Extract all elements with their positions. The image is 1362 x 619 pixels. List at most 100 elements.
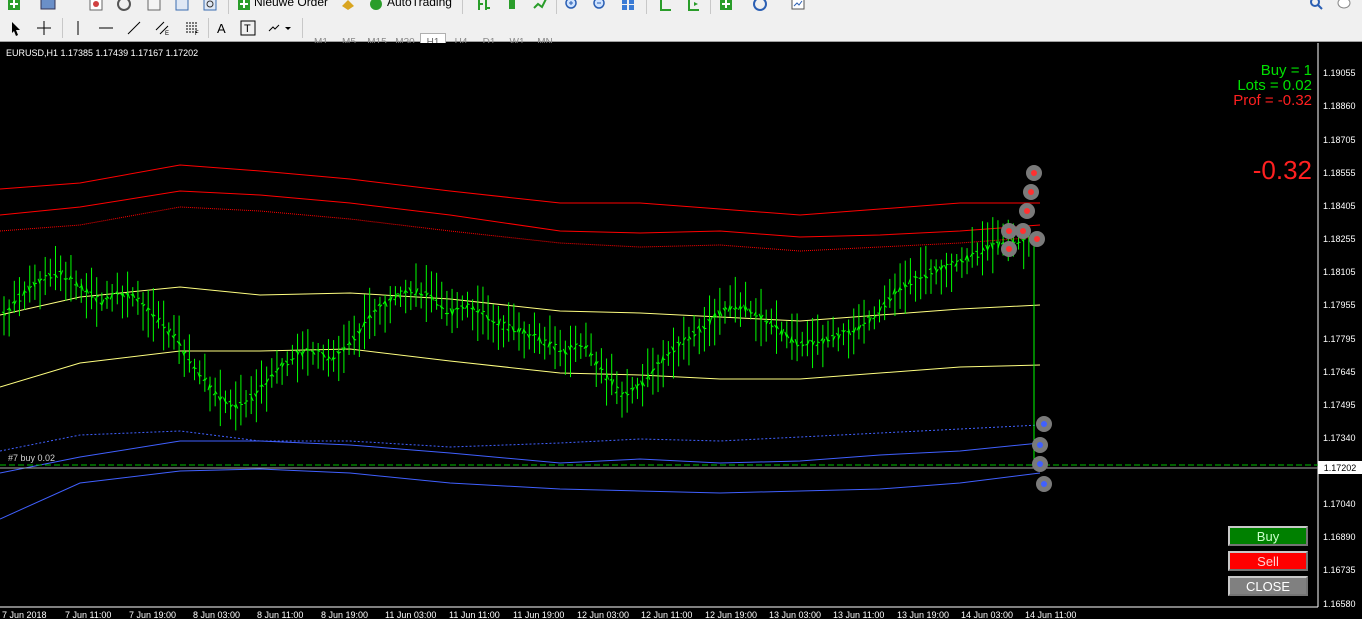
trade-marker-dot <box>1024 208 1030 214</box>
price-axis-label: 1.16890 <box>1323 532 1356 542</box>
price-bar-open <box>830 334 834 337</box>
strategy-tester-icon[interactable] <box>174 0 190 12</box>
trade-marker-dot <box>1006 246 1012 252</box>
symbol-info: EURUSD,H1 1.17385 1.17439 1.17167 1.1720… <box>6 48 199 58</box>
lower-band-outer <box>0 468 1041 520</box>
trade-marker-dot <box>1028 189 1034 195</box>
templates-icon[interactable] <box>790 0 806 12</box>
line-chart-icon[interactable] <box>532 0 548 12</box>
price-axis-label: 1.19055 <box>1323 68 1356 78</box>
price-bar-open <box>861 324 865 326</box>
price-axis-label: 1.18860 <box>1323 101 1356 111</box>
price-axis-label: 1.17795 <box>1323 334 1356 344</box>
price-bar-open <box>187 358 190 361</box>
price-bar-close <box>287 363 290 366</box>
profit-label: Prof = -0.32 <box>1233 92 1312 109</box>
price-axis-label: 1.18405 <box>1323 201 1356 211</box>
indicators-icon[interactable] <box>718 0 734 12</box>
price-bar-close <box>446 312 450 315</box>
price-axis-label: 1.18255 <box>1323 234 1356 244</box>
tester-search-icon[interactable] <box>202 0 218 12</box>
arrows-icon[interactable] <box>266 20 282 36</box>
main-toolbar: Nieuwe Order AutoTrading <box>0 0 1362 14</box>
price-bar-close <box>544 339 547 341</box>
time-axis-label: 7 Jun 11:00 <box>65 610 112 619</box>
metaeditor-icon[interactable] <box>340 0 356 12</box>
time-axis-label: 7 Jun 19:00 <box>129 610 177 619</box>
vertical-line-icon[interactable] <box>70 20 86 36</box>
chart-shift-icon[interactable] <box>658 0 674 12</box>
navigator-icon[interactable] <box>116 0 132 12</box>
zoom-in-icon[interactable] <box>564 0 580 12</box>
bar-chart-icon[interactable] <box>476 0 492 12</box>
buy-button[interactable]: Buy <box>1228 526 1308 546</box>
price-chart[interactable] <box>0 43 1362 619</box>
time-axis-label: 7 Jun 2018 <box>2 610 47 619</box>
price-bar-open <box>578 345 581 347</box>
price-bar-open <box>243 402 247 404</box>
dropdown-arrow-icon[interactable] <box>284 20 292 36</box>
autotrading-icon[interactable] <box>368 0 384 12</box>
price-bar-close <box>117 293 120 295</box>
trendline-icon[interactable] <box>126 20 142 36</box>
periods-icon[interactable] <box>752 0 768 12</box>
sell-button[interactable]: Sell <box>1228 551 1308 571</box>
time-axis-label: 12 Jun 03:00 <box>577 610 630 619</box>
time-axis-label: 11 Jun 03:00 <box>385 610 437 619</box>
new-order-button[interactable]: Nieuwe Order <box>254 0 328 9</box>
equidistant-channel-icon[interactable]: E <box>154 20 170 37</box>
search-icon[interactable] <box>1308 0 1324 12</box>
chart-window[interactable]: EURUSD,H1 1.17385 1.17439 1.17167 1.1720… <box>0 43 1362 619</box>
trade-marker-dot <box>1006 228 1012 234</box>
trade-marker-dot <box>1031 170 1037 176</box>
time-axis-label: 8 Jun 19:00 <box>321 610 369 619</box>
time-axis-label: 11 Jun 11:00 <box>449 610 500 619</box>
zoom-out-icon[interactable] <box>592 0 608 12</box>
price-axis-label: 1.18105 <box>1323 267 1356 277</box>
time-axis-label: 13 Jun 11:00 <box>833 610 885 619</box>
svg-text:E: E <box>165 31 169 36</box>
svg-text:F: F <box>195 31 199 36</box>
middle-band-fast <box>0 286 1041 322</box>
price-bar-close <box>755 315 759 317</box>
cursor-icon[interactable] <box>8 20 24 36</box>
chat-icon[interactable] <box>1336 0 1352 12</box>
market-watch-icon[interactable] <box>88 0 104 12</box>
price-bar-close <box>920 277 923 279</box>
new-order-icon[interactable] <box>236 0 252 12</box>
new-chart-icon[interactable] <box>6 0 22 12</box>
svg-text:T: T <box>244 23 251 35</box>
price-axis-label: 1.18705 <box>1323 135 1356 145</box>
price-axis-label: 1.17340 <box>1323 433 1356 443</box>
close-button[interactable]: CLOSE <box>1228 576 1308 596</box>
price-bar-open <box>681 343 684 345</box>
fibonacci-icon[interactable]: F <box>184 20 200 37</box>
price-axis-label: 1.16735 <box>1323 565 1356 575</box>
profiles-icon[interactable] <box>40 0 56 12</box>
price-axis-label: 1.18555 <box>1323 168 1356 178</box>
upper-band-inner <box>0 190 1041 238</box>
price-bar-close <box>601 368 604 371</box>
time-axis-label: 12 Jun 19:00 <box>705 610 758 619</box>
time-axis-label: 11 Jun 19:00 <box>513 610 565 619</box>
text-label-icon[interactable]: T <box>240 20 256 36</box>
price-bar-close <box>364 321 367 324</box>
trade-marker-dot <box>1041 421 1047 427</box>
time-axis-label: 12 Jun 11:00 <box>641 610 693 619</box>
price-bar-close <box>3 314 7 316</box>
candlestick-icon[interactable] <box>504 0 520 12</box>
text-icon[interactable]: A <box>214 20 230 36</box>
autotrading-button[interactable]: AutoTrading <box>387 0 452 9</box>
price-axis-label: 1.16580 <box>1323 599 1356 609</box>
upper-band-dotted <box>0 206 1041 252</box>
big-profit-display: -0.32 <box>1252 155 1312 185</box>
crosshair-icon[interactable] <box>36 20 52 36</box>
horizontal-line-icon[interactable] <box>98 20 114 36</box>
price-bar-close <box>946 263 949 266</box>
tile-windows-icon[interactable] <box>620 0 636 12</box>
price-bar-open <box>125 293 128 295</box>
auto-scroll-icon[interactable] <box>686 0 702 12</box>
price-bar-open <box>274 371 278 373</box>
price-bar-close <box>45 274 48 277</box>
terminal-icon[interactable] <box>146 0 162 12</box>
